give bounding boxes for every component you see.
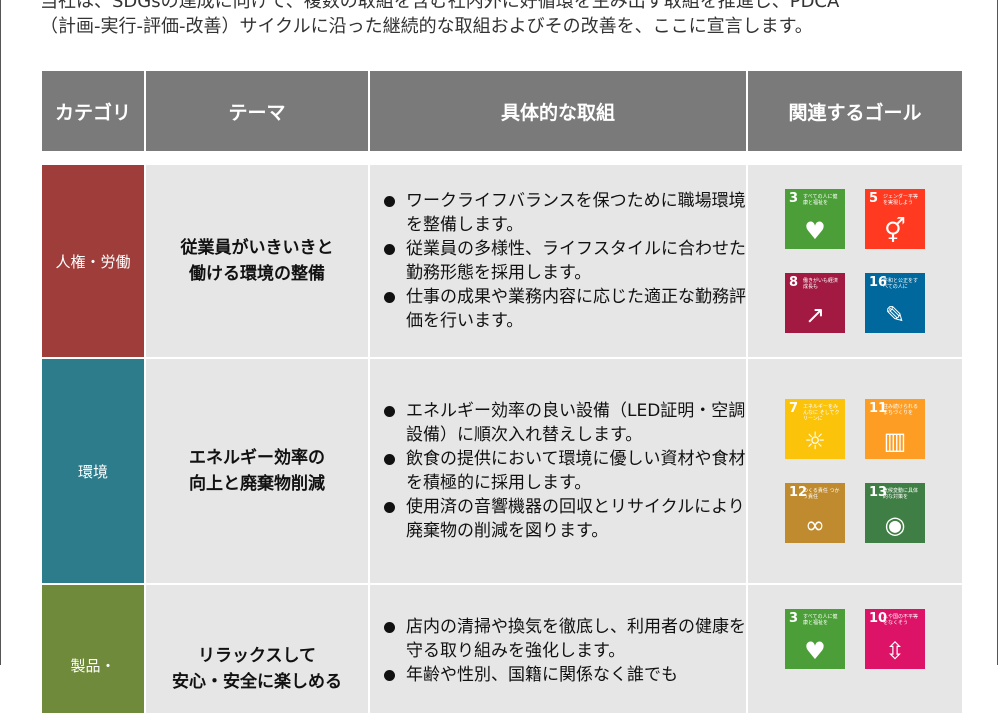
theme-line: 安心・安全に楽しめる [172,672,342,692]
table-header-row: カテゴリ テーマ 具体的な取組 関連するゴール [40,69,964,153]
eye-globe-icon: ◉ [884,511,906,539]
goal-label: 気候変動に具体的な対策を [883,488,919,500]
goal-label: 人や国の不平等をなくそう [883,614,919,626]
theme-line: 従業員がいきいきと [180,238,334,258]
sdg-goal-7-icon: 7 エネルギーをみんなに そしてクリーンに ☼ [785,399,845,459]
bullet-icon [384,622,395,633]
sdg-goal-13-icon: 13 気候変動に具体的な対策を ◉ [865,483,925,543]
heartbeat-icon: ♥ [804,637,826,665]
dove-icon: ✎ [884,301,906,329]
theme-cell: リラックスして 安心・安全に楽しめる [144,583,370,715]
sdg-goal-5-icon: 5 ジェンダー平等を実現しよう ⚥ [865,189,925,249]
theme-cell: エネルギー効率の 向上と廃棄物削減 [144,357,370,585]
theme-line: リラックスして [198,646,316,666]
bullet-icon [384,196,395,207]
bullet-icon [384,454,395,465]
city-icon: ▥ [883,427,907,455]
goal-label: すべての人に健康と福祉を [803,194,838,206]
header-category: カテゴリ [40,69,146,153]
header-goals: 関連するゴール [746,69,964,153]
action-list: ワークライフバランスを保つために職場環境を整備します。 従業員の多様性、ライフス… [370,189,746,333]
theme-line: 働ける環境の整備 [189,264,325,284]
theme-line: エネルギー効率の [189,448,325,468]
action-item: ワークライフバランスを保つために職場環境を整備します。 [384,189,746,237]
goals-cell: 3 すべての人に健康と福祉を ♥ 10 人や国の不平等をなくそう ⇳ [746,583,964,715]
growth-chart-icon: ↗ [804,301,826,329]
header-gap [41,152,963,164]
intro-text: 当社は、SDGsの達成に向けて、複数の取組を含む社内外に好循環を生み出す取組を推… [40,0,970,69]
category-cell: 製品・ [40,583,146,715]
sdg-goal-10-icon: 10 人や国の不平等をなくそう ⇳ [865,609,925,669]
bullet-icon [384,502,395,513]
action-item: 飲食の提供において環境に優しい資材や食材を積極的に採用します。 [384,447,746,495]
category-cell: 人権・労働 [40,163,146,359]
table-row: 製品・ リラックスして 安心・安全に楽しめる 店内の清掃や換気を徹底し、利用者の… [40,583,964,715]
sdg-declaration-table: カテゴリ テーマ 具体的な取組 関連するゴール 人権・労働 従業員がいきいきと … [40,69,964,715]
goal-label: 住み続けられるまちづくりを [883,404,919,416]
bullet-icon [384,292,395,303]
bullet-icon [384,670,395,681]
heartbeat-icon: ♥ [804,217,826,245]
goal-label: 平和と公正をすべての人に [883,278,919,290]
sdg-goal-12-icon: 12 つくる責任 つかう責任 ∞ [785,483,845,543]
sdg-goal-11-icon: 11 住み続けられるまちづくりを ▥ [865,399,925,459]
action-item: 従業員の多様性、ライフスタイルに合わせた勤務形態を採用します。 [384,237,746,285]
actions-cell: 店内の清掃や換気を徹底し、利用者の健康を守る取り組みを強化します。 年齢や性別、… [368,583,748,715]
action-item: 年齢や性別、国籍に関係なく誰でも [384,663,746,687]
goals-cell: 7 エネルギーをみんなに そしてクリーンに ☼ 11 住み続けられるまちづくりを ▥ 12 つ… [746,357,964,585]
goal-label: ジェンダー平等を実現しよう [883,194,919,206]
sdg-goal-3-icon: 3 すべての人に健康と福祉を ♥ [785,609,845,669]
header-theme: テーマ [144,69,370,153]
goal-icon-grid: 3 すべての人に健康と福祉を ♥ 10 人や国の不平等をなくそう ⇳ [748,609,962,669]
theme-cell: 従業員がいきいきと 働ける環境の整備 [144,163,370,359]
bullet-icon [384,406,395,417]
goal-label: エネルギーをみんなに そしてクリーンに [803,404,840,422]
goal-label: 働きがいも経済成長も [803,278,839,290]
intro-line-2: （計画-実行-評価-改善）サイクルに沿った継続的な取組およびその改善を、ここに宣… [40,16,813,37]
action-item: 店内の清掃や換気を徹底し、利用者の健康を守る取り組みを強化します。 [384,615,746,663]
actions-cell: ワークライフバランスを保つために職場環境を整備します。 従業員の多様性、ライフス… [368,163,748,359]
header-actions: 具体的な取組 [368,69,748,153]
sdg-goal-16-icon: 16 平和と公正をすべての人に ✎ [865,273,925,333]
gender-equality-icon: ⚥ [884,217,906,245]
goal-label: つくる責任 つかう責任 [803,488,840,500]
action-item: 仕事の成果や業務内容に応じた適正な勤務評価を行います。 [384,285,746,333]
action-item: エネルギー効率の良い設備（LED証明・空調設備）に順次入れ替えします。 [384,399,746,447]
action-item: 使用済の音響機器の回収とリサイクルにより廃棄物の削減を図ります。 [384,495,746,543]
table-row: 環境 エネルギー効率の 向上と廃棄物削減 エネルギー効率の良い設備（LED証明・… [40,357,964,585]
category-cell: 環境 [40,357,146,585]
sdg-goal-8-icon: 8 働きがいも経済成長も ↗ [785,273,845,333]
goal-label: すべての人に健康と福祉を [803,614,838,626]
equality-icon: ⇳ [884,637,906,665]
bullet-icon [384,244,395,255]
actions-cell: エネルギー効率の良い設備（LED証明・空調設備）に順次入れ替えします。 飲食の提… [368,357,748,585]
goal-icon-grid: 3 すべての人に健康と福祉を ♥ 5 ジェンダー平等を実現しよう ⚥ 8 働きがいも経済成長も… [748,189,962,333]
action-list: 店内の清掃や換気を徹底し、利用者の健康を守る取り組みを強化します。 年齢や性別、… [370,615,746,687]
action-list: エネルギー効率の良い設備（LED証明・空調設備）に順次入れ替えします。 飲食の提… [370,399,746,543]
sun-icon: ☼ [804,427,826,455]
goal-icon-grid: 7 エネルギーをみんなに そしてクリーンに ☼ 11 住み続けられるまちづくりを ▥ 12 つ… [748,399,962,543]
infinity-icon: ∞ [805,511,825,539]
theme-line: 向上と廃棄物削減 [189,474,325,494]
sdg-goal-3-icon: 3 すべての人に健康と福祉を ♥ [785,189,845,249]
goals-cell: 3 すべての人に健康と福祉を ♥ 5 ジェンダー平等を実現しよう ⚥ 8 働きがいも経済成長も… [746,163,964,359]
table-row: 人権・労働 従業員がいきいきと 働ける環境の整備 ワークライフバランスを保つため… [40,163,964,359]
